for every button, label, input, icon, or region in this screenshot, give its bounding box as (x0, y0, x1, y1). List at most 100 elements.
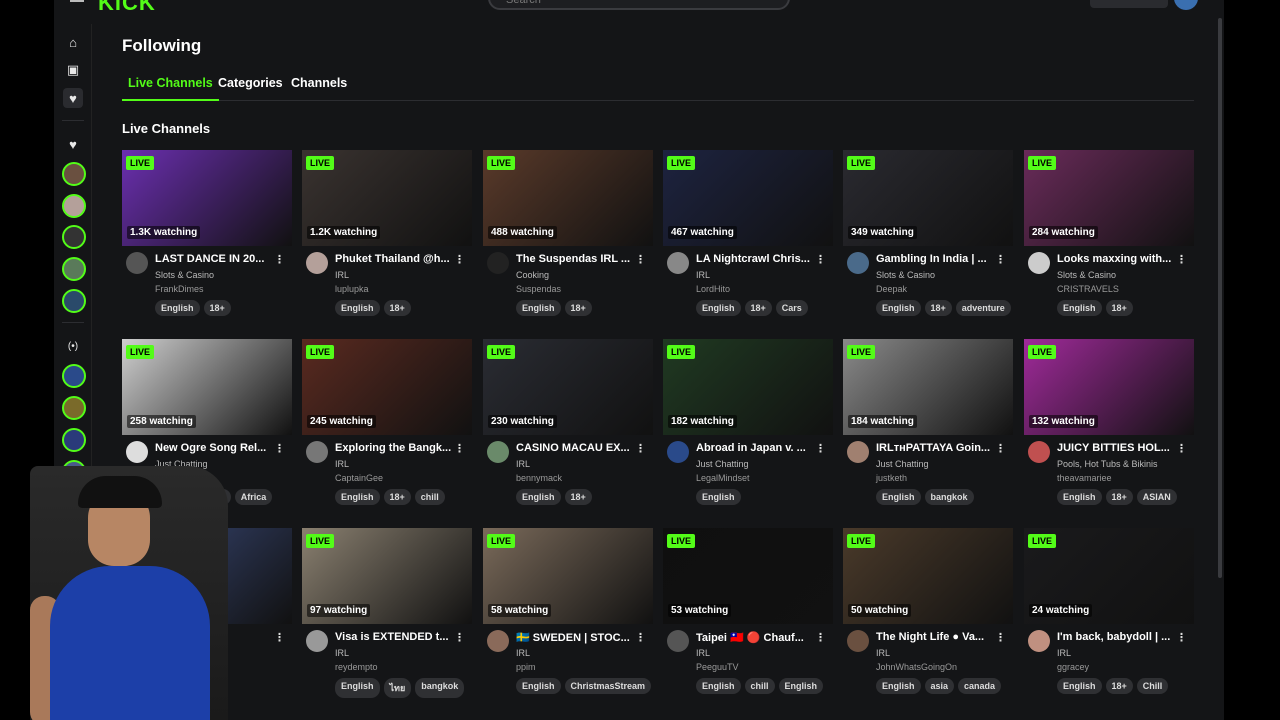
stream-thumbnail[interactable]: LIVE 50 watching (843, 528, 1013, 624)
channel-avatar[interactable] (306, 630, 328, 652)
channel-avatar[interactable] (487, 630, 509, 652)
tag-chip[interactable]: ASIAN (1136, 489, 1177, 505)
channel-avatar[interactable] (667, 630, 689, 652)
stream-title[interactable]: CASINO MACAU EX... (516, 442, 634, 454)
more-options-icon[interactable]: ⋮ (995, 631, 1006, 644)
channel-avatar[interactable] (847, 630, 869, 652)
channel-name[interactable]: luplupka (335, 284, 369, 294)
more-options-icon[interactable]: ⋮ (454, 442, 465, 455)
channel-name[interactable]: ggracey (1057, 662, 1089, 672)
more-options-icon[interactable]: ⋮ (635, 631, 646, 644)
tab-categories[interactable]: Categories (218, 76, 283, 101)
tag-chip[interactable]: English (516, 300, 561, 316)
user-avatar[interactable] (1174, 0, 1198, 10)
stream-category[interactable]: IRL (696, 270, 710, 280)
more-options-icon[interactable]: ⋮ (274, 442, 285, 455)
channel-avatar[interactable] (847, 441, 869, 463)
channel-name[interactable]: Deepak (876, 284, 907, 294)
stream-title[interactable]: LA Nightcrawl Chris... (696, 253, 814, 265)
recommended-channel-avatar[interactable] (62, 428, 86, 452)
more-options-icon[interactable]: ⋮ (995, 442, 1006, 455)
followed-channel-avatar[interactable] (62, 289, 86, 313)
stream-title[interactable]: Gambling In India | ... (876, 253, 994, 265)
channel-name[interactable]: bennymack (516, 473, 562, 483)
stream-thumbnail[interactable]: LIVE 488 watching (483, 150, 653, 246)
more-options-icon[interactable]: ⋮ (815, 253, 826, 266)
tag-chip[interactable]: English (1057, 678, 1102, 694)
tag-chip[interactable]: English (335, 489, 380, 505)
followed-channel-avatar[interactable] (62, 162, 86, 186)
channel-name[interactable]: CRISTRAVELS (1057, 284, 1119, 294)
stream-category[interactable]: Cooking (516, 270, 549, 280)
tag-chip[interactable]: English (876, 300, 921, 316)
channel-name[interactable]: PeeguuTV (696, 662, 739, 672)
stream-category[interactable]: IRL (696, 648, 710, 658)
stream-title[interactable]: The Suspendas IRL ... (516, 253, 634, 265)
channel-card[interactable]: LIVE 58 watching 🇸🇪 SWEDEN | STOC... ⋮ I… (483, 528, 653, 708)
home-icon[interactable]: ⌂ (63, 32, 83, 52)
tag-chip[interactable]: Chill (1136, 678, 1169, 694)
channel-avatar[interactable] (667, 252, 689, 274)
tag-chip[interactable]: English (155, 300, 200, 316)
tag-chip[interactable]: chill (414, 489, 445, 505)
channel-card[interactable]: LIVE 349 watching Gambling In India | ..… (843, 150, 1013, 330)
followed-channel-avatar[interactable] (62, 194, 86, 218)
tag-chip[interactable]: Africa (234, 489, 273, 505)
channel-card[interactable]: LIVE 1.2K watching Phuket Thailand @h...… (302, 150, 472, 330)
channel-name[interactable]: LordHito (696, 284, 730, 294)
tag-chip[interactable]: 18+ (744, 300, 772, 316)
tag-chip[interactable]: canada (958, 678, 1002, 694)
channel-name[interactable]: CaptainGee (335, 473, 383, 483)
tag-chip[interactable]: English (696, 678, 741, 694)
stream-title[interactable]: JUICY BITTIES HOL... (1057, 442, 1175, 454)
stream-title[interactable]: Looks maxxing with... (1057, 253, 1175, 265)
stream-thumbnail[interactable]: LIVE 284 watching (1024, 150, 1194, 246)
stream-category[interactable]: IRL (516, 459, 530, 469)
stream-category[interactable]: IRL (335, 648, 349, 658)
stream-thumbnail[interactable]: LIVE 53 watching (663, 528, 833, 624)
tag-chip[interactable]: English (876, 678, 921, 694)
tag-chip[interactable]: 18+ (924, 300, 952, 316)
more-options-icon[interactable]: ⋮ (815, 631, 826, 644)
tag-chip[interactable]: 18+ (564, 300, 592, 316)
channel-card[interactable]: LIVE 184 watching IRLᴛʜPATTAYA Goin... ⋮… (843, 339, 1013, 519)
more-options-icon[interactable]: ⋮ (1176, 631, 1187, 644)
tag-chip[interactable]: bangkok (415, 678, 465, 698)
stream-thumbnail[interactable]: LIVE 258 watching (122, 339, 292, 435)
tag-chip[interactable]: 18+ (383, 300, 411, 316)
tag-chip[interactable]: Cars (775, 300, 808, 316)
stream-category[interactable]: IRL (335, 459, 349, 469)
stream-title[interactable]: IRLᴛʜPATTAYA Goin... (876, 442, 994, 454)
channel-card[interactable]: LIVE 230 watching CASINO MACAU EX... ⋮ I… (483, 339, 653, 519)
stream-title[interactable]: The Night Life ● Va... (876, 631, 994, 643)
stream-title[interactable]: Phuket Thailand @h... (335, 253, 453, 265)
more-options-icon[interactable]: ⋮ (635, 253, 646, 266)
tag-chip[interactable]: 18+ (203, 300, 231, 316)
more-options-icon[interactable]: ⋮ (454, 253, 465, 266)
stream-category[interactable]: IRL (1057, 648, 1071, 658)
channel-avatar[interactable] (1028, 630, 1050, 652)
more-options-icon[interactable]: ⋮ (635, 442, 646, 455)
tag-chip[interactable]: ไทย (383, 678, 412, 698)
channel-card[interactable]: LIVE 24 watching I'm back, babydoll | ..… (1024, 528, 1194, 708)
channel-name[interactable]: reydempto (335, 662, 378, 672)
tag-chip[interactable]: adventure (955, 300, 1011, 316)
tag-chip[interactable]: chill (744, 678, 775, 694)
channel-card[interactable]: LIVE 182 watching Abroad in Japan v. ...… (663, 339, 833, 519)
stream-category[interactable]: IRL (876, 648, 890, 658)
stream-title[interactable]: Visa is EXTENDED t... (335, 631, 453, 643)
tab-channels[interactable]: Channels (291, 76, 347, 101)
stream-thumbnail[interactable]: LIVE 132 watching (1024, 339, 1194, 435)
tag-chip[interactable]: English (1057, 300, 1102, 316)
channel-avatar[interactable] (667, 441, 689, 463)
channel-name[interactable]: LegalMindset (696, 473, 750, 483)
tag-chip[interactable]: English (335, 678, 380, 698)
stream-category[interactable]: IRL (516, 648, 530, 658)
stream-thumbnail[interactable]: LIVE 182 watching (663, 339, 833, 435)
stream-category[interactable]: Slots & Casino (155, 270, 214, 280)
channel-card[interactable]: LIVE 488 watching The Suspendas IRL ... … (483, 150, 653, 330)
tag-chip[interactable]: English (876, 489, 921, 505)
stream-thumbnail[interactable]: LIVE 58 watching (483, 528, 653, 624)
stream-title[interactable]: 🇸🇪 SWEDEN | STOC... (516, 631, 634, 644)
tag-chip[interactable]: English (335, 300, 380, 316)
